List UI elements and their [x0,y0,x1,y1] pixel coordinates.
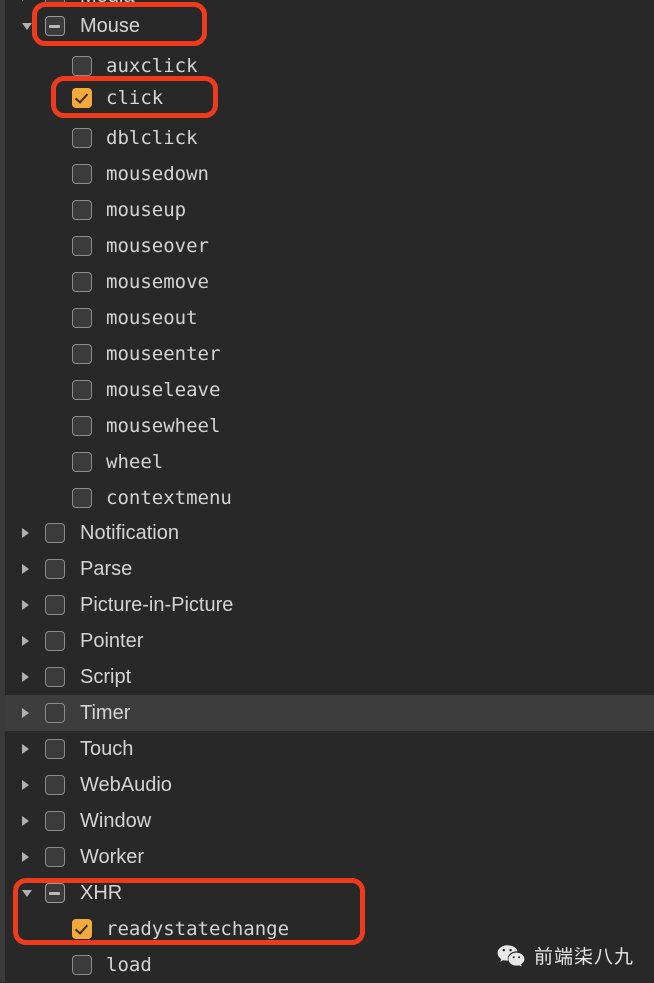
tree-event-mousedown[interactable]: mousedown [0,156,654,192]
checkbox-click[interactable] [72,88,92,108]
checkbox-mousewheel[interactable] [72,416,92,436]
checkbox-mousedown[interactable] [72,164,92,184]
watermark-text: 前端柒八九 [534,942,634,969]
checkbox-contextmenu[interactable] [72,488,92,508]
disclosure-triangle-down-icon[interactable] [22,23,32,30]
tree-category-mouse[interactable]: Mouse [0,8,654,44]
tree-event-mouseup[interactable]: mouseup [0,192,654,228]
wechat-logo-icon [497,944,525,968]
checkbox-mouseenter[interactable] [72,344,92,364]
tree-event-mouseover[interactable]: mouseover [0,228,654,264]
disclosure-triangle-right-icon[interactable] [22,564,29,574]
tree-category-notification[interactable]: Notification [0,515,654,551]
row-label: mouseleave [106,379,220,401]
checkbox-readystatechange[interactable] [72,919,92,939]
tree-event-mouseout[interactable]: mouseout [0,300,654,336]
checkbox-mouseup[interactable] [72,200,92,220]
checkbox-touch[interactable] [45,739,65,759]
disclosure-triangle-down-icon[interactable] [22,890,32,897]
tree-category-pointer[interactable]: Pointer [0,623,654,659]
row-label: readystatechange [106,918,289,940]
disclosure-triangle-right-icon[interactable] [22,780,29,790]
row-label: mouseup [106,199,186,221]
disclosure-triangle-right-icon[interactable] [22,852,29,862]
row-label: mouseover [106,235,209,257]
row-label: Worker [80,846,144,869]
row-label: Touch [80,738,133,761]
row-label: Script [80,666,131,689]
disclosure-triangle-right-icon[interactable] [22,600,29,610]
tree-category-parse[interactable]: Parse [0,551,654,587]
disclosure-triangle-right-icon[interactable] [22,708,29,718]
tree-event-click[interactable]: click [0,80,654,116]
row-label: Parse [80,558,132,581]
checkbox-media[interactable] [45,0,65,6]
checkbox-mouse[interactable] [45,16,65,36]
row-label: contextmenu [106,487,232,509]
row-label: Notification [80,522,179,545]
row-label: Mouse [80,15,140,38]
tree-event-mouseleave[interactable]: mouseleave [0,372,654,408]
checkbox-mouseout[interactable] [72,308,92,328]
row-label: Media [80,0,134,8]
tree-event-mousewheel[interactable]: mousewheel [0,408,654,444]
checkbox-dblclick[interactable] [72,128,92,148]
tree-category-worker[interactable]: Worker [0,839,654,875]
checkbox-xhr[interactable] [45,883,65,903]
tree-event-wheel[interactable]: wheel [0,444,654,480]
tree-category-picture-in-picture[interactable]: Picture-in-Picture [0,587,654,623]
checkbox-load[interactable] [72,955,92,975]
disclosure-triangle-right-icon[interactable] [22,816,29,826]
tree-category-webaudio[interactable]: WebAudio [0,767,654,803]
row-label: Window [80,810,151,833]
checkbox-window[interactable] [45,811,65,831]
tree-event-dblclick[interactable]: dblclick [0,120,654,156]
disclosure-triangle-right-icon[interactable] [22,636,29,646]
disclosure-triangle-right-icon[interactable] [22,0,29,1]
tree-category-touch[interactable]: Touch [0,731,654,767]
tree-event-mouseenter[interactable]: mouseenter [0,336,654,372]
checkbox-mouseleave[interactable] [72,380,92,400]
tree-category-script[interactable]: Script [0,659,654,695]
panel-left-rail [0,0,5,982]
checkbox-script[interactable] [45,667,65,687]
checkbox-timer[interactable] [45,703,65,723]
checkbox-wheel[interactable] [72,452,92,472]
watermark: 前端柒八九 [497,942,634,969]
checkbox-mousemove[interactable] [72,272,92,292]
row-label: XHR [80,882,122,905]
checkbox-notification[interactable] [45,523,65,543]
row-label: WebAudio [80,774,172,797]
tree-category-window[interactable]: Window [0,803,654,839]
row-label: Timer [80,702,130,725]
checkbox-webaudio[interactable] [45,775,65,795]
row-label: click [106,87,163,109]
tree-event-auxclick[interactable]: auxclick [0,48,654,84]
disclosure-triangle-right-icon[interactable] [22,744,29,754]
checkbox-worker[interactable] [45,847,65,867]
row-label: mousemove [106,271,209,293]
row-label: Pointer [80,630,143,653]
tree-category-timer[interactable]: Timer [0,695,654,731]
row-label: mouseout [106,307,198,329]
row-label: auxclick [106,55,198,77]
tree-category-xhr[interactable]: XHR [0,875,654,911]
row-label: Picture-in-Picture [80,594,233,617]
tree-event-contextmenu[interactable]: contextmenu [0,480,654,516]
checkbox-mouseover[interactable] [72,236,92,256]
row-label: load [106,954,152,976]
disclosure-triangle-right-icon[interactable] [22,528,29,538]
checkbox-picture-in-picture[interactable] [45,595,65,615]
event-listener-breakpoints-tree[interactable]: Media Mouse auxclick click dblclick mousedown… [0,0,654,982]
row-label: wheel [106,451,163,473]
row-label: mousedown [106,163,209,185]
tree-event-mousemove[interactable]: mousemove [0,264,654,300]
checkbox-pointer[interactable] [45,631,65,651]
checkbox-parse[interactable] [45,559,65,579]
disclosure-triangle-right-icon[interactable] [22,672,29,682]
row-label: mouseenter [106,343,220,365]
row-label: mousewheel [106,415,220,437]
row-label: dblclick [106,127,198,149]
checkbox-auxclick[interactable] [72,56,92,76]
